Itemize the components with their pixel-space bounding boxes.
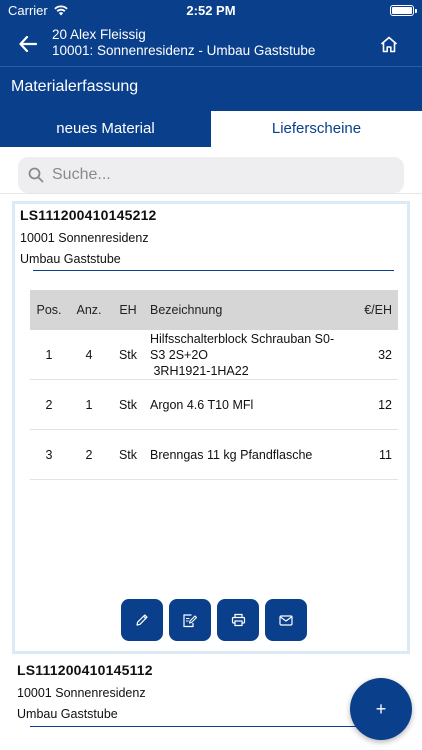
delivery-card[interactable]: LS111200410145212 10001 Sonnenresidenz U…	[12, 201, 410, 654]
cell-pos: 1	[45, 347, 53, 362]
items-table: Pos. Anz. EH Bezeichnung €/EH 1 4 Stk Hi…	[30, 290, 398, 480]
status-bar: Carrier 2:52 PM	[0, 0, 422, 22]
add-button[interactable]: +	[350, 678, 412, 740]
cell-eh: Stk	[118, 447, 138, 462]
cell-bezeichnung-line: Argon 4.6 T10 MFl	[150, 397, 254, 412]
pencil-icon	[136, 614, 148, 626]
search-bar	[18, 157, 404, 193]
tab-lieferscheine[interactable]: Lieferscheine	[211, 111, 422, 147]
cell-bezeichnung-line: S3 2S+2O	[150, 347, 209, 362]
table-row[interactable]: 1 4 Stk Hilfsschalterblock Schrauban S0-…	[30, 330, 398, 380]
cell-bezeichnung: Hilfsschalterblock Schrauban S0- S3 2S+2…	[146, 331, 352, 379]
arrow-left-icon	[19, 36, 37, 52]
cell-pos: 3	[45, 447, 53, 462]
delivery-number: LS111200410145112	[17, 662, 153, 678]
tab-bar: neues Material Lieferscheine	[0, 111, 422, 147]
cell-price: 12	[378, 397, 392, 412]
home-icon	[380, 36, 398, 52]
back-button[interactable]	[14, 32, 42, 56]
email-button[interactable]	[265, 599, 307, 641]
printer-icon	[231, 613, 245, 627]
table-header: Pos. Anz. EH Bezeichnung €/EH	[30, 290, 398, 330]
header-bezeichnung: Bezeichnung	[150, 303, 223, 317]
cell-bezeichnung-line: Hilfsschalterblock Schrauban S0-	[150, 331, 335, 346]
cell-bezeichnung-line: 3RH1921-1HA22	[150, 363, 249, 378]
delivery-number: LS111200410145212	[20, 207, 157, 223]
cell-price: 32	[378, 347, 392, 362]
divider	[33, 270, 394, 271]
search-area	[0, 150, 422, 194]
cell-anz: 1	[85, 397, 93, 412]
header-price: €/EH	[364, 303, 392, 317]
delivery-description: Umbau Gaststube	[20, 252, 121, 266]
nav-title-line1: 20 Alex Fleissig	[52, 27, 146, 42]
delivery-project: 10001 Sonnenresidenz	[20, 231, 149, 245]
divider	[30, 726, 391, 727]
cell-pos: 2	[45, 397, 53, 412]
cell-eh: Stk	[118, 347, 138, 362]
delivery-description: Umbau Gaststube	[17, 707, 118, 721]
cell-anz: 4	[85, 347, 93, 362]
tab-neues-material[interactable]: neues Material	[0, 111, 211, 147]
plus-icon: +	[375, 698, 387, 719]
cell-bezeichnung: Brenngas 11 kg Pfandflasche	[146, 447, 352, 463]
table-row[interactable]: 2 1 Stk Argon 4.6 T10 MFl 12	[30, 380, 398, 430]
header-anz: Anz.	[76, 303, 102, 317]
cell-eh: Stk	[118, 397, 138, 412]
cell-anz: 2	[85, 447, 93, 462]
print-button[interactable]	[217, 599, 259, 641]
battery-icon	[390, 5, 417, 16]
header-pos: Pos.	[36, 303, 62, 317]
cell-bezeichnung: Argon 4.6 T10 MFl	[146, 397, 352, 413]
section-title: Materialerfassung	[11, 78, 139, 95]
nav-titles: 20 Alex Fleissig 10001: Sonnenresidenz -…	[52, 27, 315, 59]
mail-icon	[279, 614, 293, 626]
navigation-bar: 20 Alex Fleissig 10001: Sonnenresidenz -…	[0, 22, 422, 66]
section-header: Materialerfassung	[0, 66, 422, 111]
cell-price: 11	[379, 447, 392, 462]
search-icon	[28, 167, 44, 183]
sign-document-button[interactable]	[169, 599, 211, 641]
table-row[interactable]: 3 2 Stk Brenngas 11 kg Pfandflasche 11	[30, 430, 398, 480]
edit-document-icon	[183, 613, 198, 627]
search-input[interactable]	[52, 166, 392, 184]
clock: 2:52 PM	[186, 3, 236, 18]
edit-button[interactable]	[121, 599, 163, 641]
nav-title-line2: 10001: Sonnenresidenz - Umbau Gaststube	[52, 43, 316, 58]
action-buttons	[121, 599, 307, 641]
cell-bezeichnung-line: Brenngas 11 kg Pfandflasche	[150, 447, 313, 462]
delivery-project: 10001 Sonnenresidenz	[17, 686, 146, 700]
header-eh: EH	[119, 303, 137, 317]
home-button[interactable]	[378, 33, 400, 55]
